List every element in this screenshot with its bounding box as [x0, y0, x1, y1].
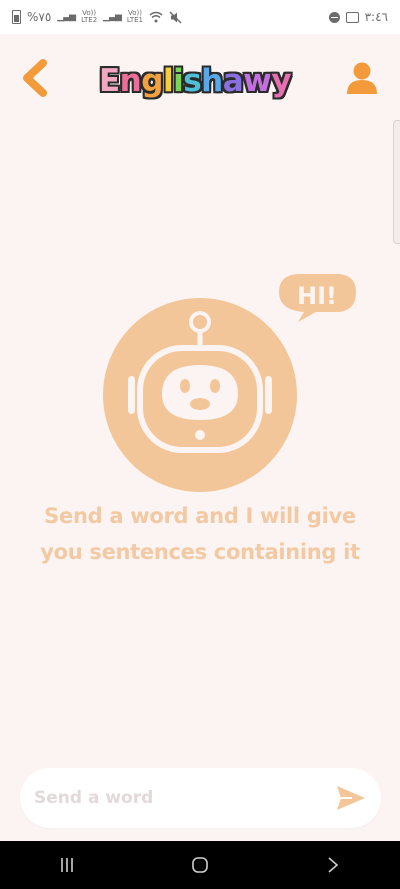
- signal-icon: ▁▃▅: [57, 12, 76, 22]
- network-indicator-2: Vo)) LTE2: [81, 9, 98, 24]
- logo-letter: i: [173, 63, 184, 99]
- battery-level: %٧٥: [27, 10, 52, 24]
- robot-icon: HI!: [103, 274, 356, 492]
- recents-button[interactable]: [37, 841, 97, 889]
- dnd-icon: [328, 11, 340, 23]
- logo-letter: s: [183, 63, 202, 99]
- home-button[interactable]: [170, 841, 230, 889]
- empty-state-hint: Send a word and I will give you sentence…: [40, 504, 360, 564]
- back-button[interactable]: [16, 56, 52, 100]
- screen-capture-icon: [345, 11, 359, 23]
- logo-letter: E: [98, 63, 120, 99]
- clock: ٣:٤٦: [364, 10, 388, 24]
- wifi-icon: [149, 11, 163, 23]
- logo-letter: l: [162, 63, 174, 99]
- chevron-left-icon: [23, 59, 47, 97]
- logo-letter: w: [243, 63, 272, 99]
- battery-icon: [12, 10, 21, 24]
- app-bar: Englishawy: [0, 34, 400, 126]
- network-indicator-1: Vo)) LTE1: [126, 9, 144, 24]
- recents-icon: [60, 858, 73, 872]
- user-icon: [347, 62, 377, 94]
- message-composer: [20, 768, 381, 828]
- system-navigation-bar: [0, 841, 400, 889]
- scrollbar[interactable]: [393, 120, 400, 244]
- mute-icon: [169, 11, 182, 23]
- app-logo: Englishawy: [98, 56, 292, 106]
- logo-letter: g: [141, 63, 163, 99]
- logo-letter: n: [119, 63, 142, 99]
- logo-letter: y: [271, 63, 292, 99]
- bubble-text: HI!: [297, 282, 337, 310]
- status-bar: %٧٥ ▁▃▅ Vo)) LTE2 ▁▃▅ Vo)) LTE1 ٣:٤٦: [0, 0, 400, 34]
- back-nav-button[interactable]: [303, 841, 363, 889]
- bot-illustration: HI!: [100, 270, 360, 500]
- profile-button[interactable]: [342, 56, 382, 100]
- signal-icon-2: ▁▃▅: [103, 12, 122, 22]
- send-button[interactable]: [331, 778, 371, 818]
- chevron-right-icon: [328, 857, 339, 873]
- send-icon: [337, 786, 365, 810]
- word-input[interactable]: [32, 787, 331, 809]
- home-icon: [192, 857, 208, 873]
- logo-letter: a: [222, 63, 244, 99]
- logo-letter: h: [201, 63, 223, 99]
